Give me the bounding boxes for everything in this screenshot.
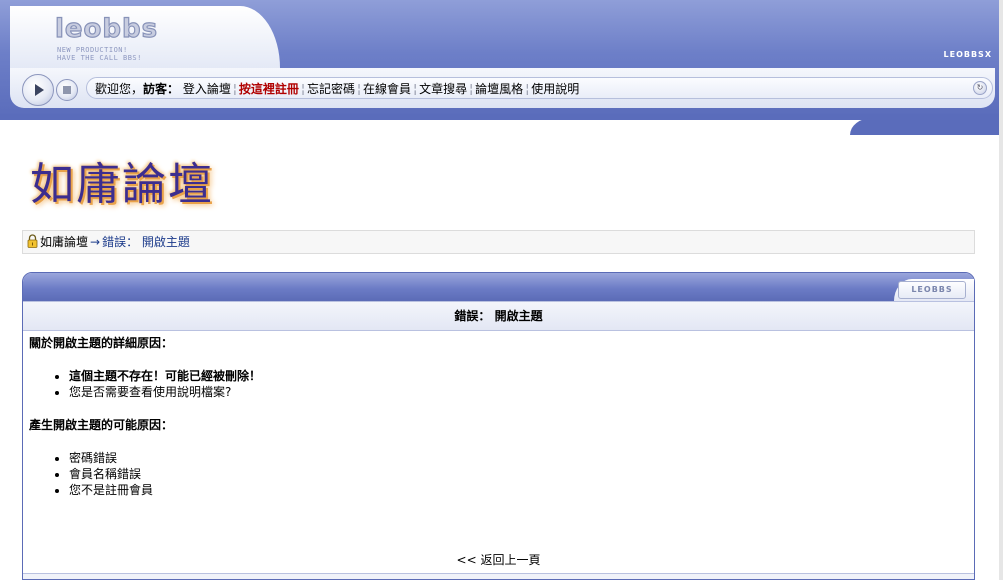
nav-separator: ¦ — [413, 82, 418, 96]
panel-topbar — [23, 273, 974, 301]
site-header: leobbs NEW PRODUCTION! HAVE THE CALL BBS… — [0, 0, 1003, 135]
nav-separator: ¦ — [469, 82, 474, 96]
breadcrumb: 如庸論壇 → 錯誤： 開啟主題 — [22, 230, 975, 254]
details-list: 這個主題不存在！可能已經被刪除！ 您是否需要查看使用說明檔案? — [69, 368, 969, 400]
play-icon — [35, 84, 44, 96]
list-item: 這個主題不存在！可能已經被刪除！ — [69, 368, 969, 384]
forum-title[interactable]: 如庸論壇 — [30, 160, 214, 210]
error-panel: LEOBBS 錯誤： 開啟主題 關於開啟主題的詳細原因： 這個主題不存在！可能已… — [22, 272, 975, 580]
nav-separator: ¦ — [232, 82, 237, 96]
nav-forgot-password-link[interactable]: 忘記密碼 — [307, 82, 355, 96]
list-item: 密碼錯誤 — [69, 450, 969, 466]
play-button[interactable] — [22, 74, 54, 106]
nav-style-link[interactable]: 論壇風格 — [475, 82, 523, 96]
nav-online-members-link[interactable]: 在線會員 — [363, 82, 411, 96]
header-underband — [0, 114, 1003, 120]
details-heading: 關於開啟主題的詳細原因： — [29, 336, 174, 350]
nav-separator: ¦ — [525, 82, 530, 96]
window-edge — [999, 0, 1003, 580]
nav-login-link[interactable]: 登入論壇 — [183, 82, 231, 96]
welcome-text: 歡迎您， — [95, 82, 144, 96]
panel-badge: LEOBBS — [898, 281, 966, 299]
causes-heading: 產生開啟主題的可能原因： — [29, 418, 174, 432]
causes-list: 密碼錯誤 會員名稱錯誤 您不是註冊會員 — [69, 450, 969, 498]
nav-register-link[interactable]: 按這裡註冊 — [239, 82, 299, 96]
panel-footer-line — [23, 573, 974, 579]
back-link[interactable]: << 返回上一頁 — [457, 553, 541, 567]
logo-tagline-line2: HAVE THE CALL BBS! — [57, 54, 142, 62]
brand-label: LEOBBSX — [943, 50, 992, 59]
breadcrumb-current: 錯誤： 開啟主題 — [102, 235, 190, 249]
list-item: 您不是註冊會員 — [69, 482, 969, 498]
breadcrumb-arrow: → — [90, 235, 101, 249]
refresh-icon[interactable]: ↻ — [973, 81, 987, 95]
panel-body: 關於開啟主題的詳細原因： 這個主題不存在！可能已經被刪除！ 您是否需要查看使用說… — [29, 335, 969, 515]
stop-icon — [63, 86, 71, 94]
logo-tagline-line1: NEW PRODUCTION! — [57, 46, 128, 54]
logo-tagline: NEW PRODUCTION! HAVE THE CALL BBS! — [57, 46, 142, 62]
back-link-row: << 返回上一頁 — [23, 551, 974, 568]
stop-button[interactable] — [56, 79, 78, 101]
nav-search-link[interactable]: 文章搜尋 — [419, 82, 467, 96]
header-tab-tail — [850, 118, 1003, 135]
nav-help-link[interactable]: 使用說明 — [531, 82, 579, 96]
nav-separator: ¦ — [357, 82, 362, 96]
nav-links: 歡迎您，訪客： 登入論壇 ¦ 按這裡註冊 ¦ 忘記密碼 ¦ 在線會員 ¦ 文章搜尋 ¦ 論壇風格 ¦ 使… — [95, 81, 579, 97]
guest-label: 訪客： — [143, 82, 180, 96]
nav-separator: ¦ — [300, 82, 305, 96]
list-item: 您是否需要查看使用說明檔案? — [69, 384, 969, 400]
panel-title: 錯誤： 開啟主題 — [23, 301, 974, 331]
breadcrumb-home-link[interactable]: 如庸論壇 — [40, 235, 88, 249]
list-item: 會員名稱錯誤 — [69, 466, 969, 482]
lock-icon — [27, 234, 38, 248]
site-logo[interactable]: leobbs — [54, 13, 158, 44]
